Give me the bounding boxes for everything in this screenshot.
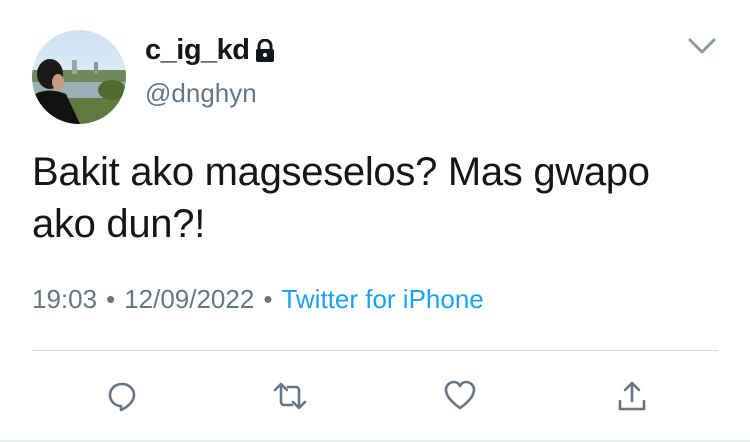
reply-icon: [108, 382, 136, 412]
display-name[interactable]: c_ig_kd: [145, 36, 276, 65]
like-button[interactable]: [440, 376, 480, 416]
tweet-text: Bakit ako magseselos? Mas gwapo ako dun?…: [32, 150, 650, 246]
tweet-date: 12/09/2022: [124, 284, 255, 314]
share-icon: [618, 381, 646, 411]
heart-icon: [444, 380, 476, 410]
tweet-card: c_ig_kd @dnghyn Bakit ako magseselos? Ma…: [0, 0, 750, 442]
display-name-text: c_ig_kd: [145, 34, 250, 66]
divider: [32, 350, 718, 351]
share-button[interactable]: [612, 376, 652, 416]
avatar[interactable]: [32, 30, 126, 124]
chevron-down-icon[interactable]: [684, 32, 720, 60]
meta-separator: •: [106, 284, 116, 314]
tweet-time: 19:03: [32, 284, 98, 314]
action-bar: [0, 374, 750, 420]
profile-photo: [32, 30, 126, 124]
tweet-meta: 19:03 • 12/09/2022 • Twitter for iPhone: [32, 286, 484, 312]
tweet-source-link[interactable]: Twitter for iPhone: [281, 284, 483, 314]
retweet-button[interactable]: [270, 376, 310, 416]
reply-button[interactable]: [102, 376, 142, 416]
retweet-icon: [273, 382, 307, 410]
user-handle[interactable]: @dnghyn: [145, 80, 257, 106]
meta-separator: •: [263, 284, 273, 314]
lock-icon: [254, 38, 276, 63]
